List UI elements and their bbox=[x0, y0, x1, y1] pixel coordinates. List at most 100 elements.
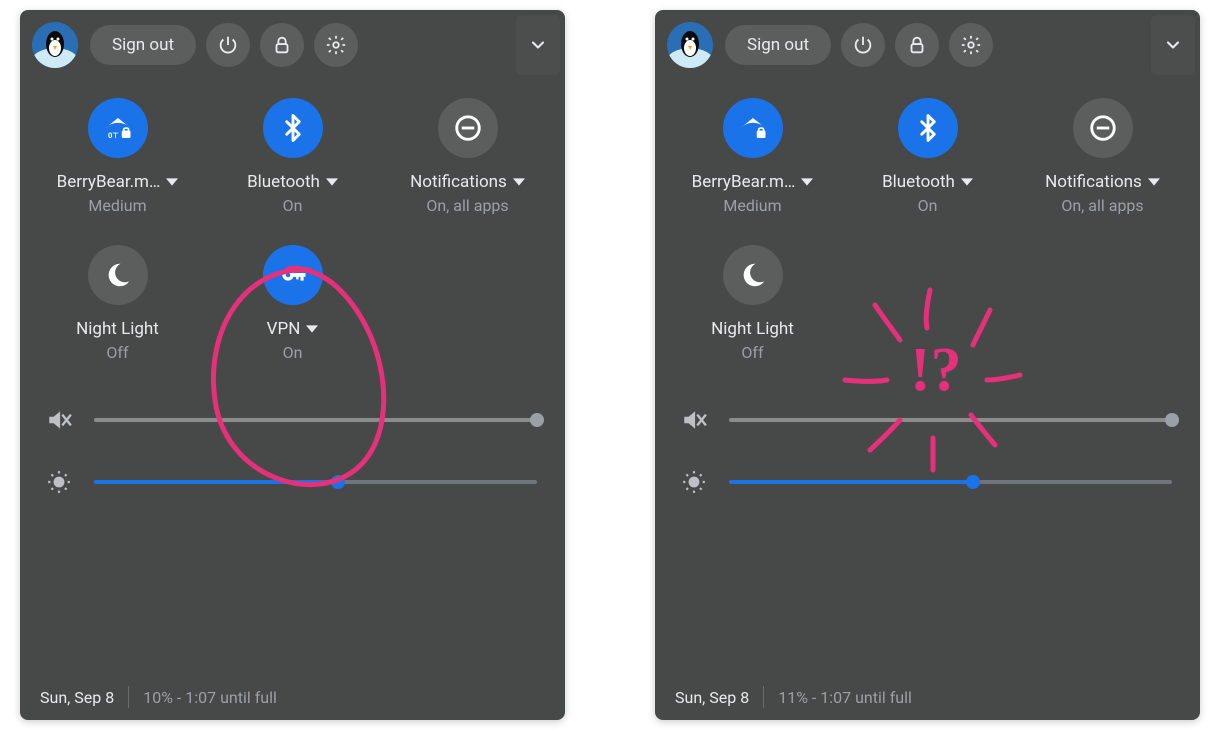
toggle-bluetooth-label-row[interactable]: Bluetooth bbox=[247, 172, 338, 192]
power-icon bbox=[852, 34, 874, 56]
volume-slider[interactable] bbox=[94, 418, 537, 422]
chevron-down-icon bbox=[961, 176, 973, 188]
toggle-bluetooth[interactable]: Bluetooth On bbox=[205, 98, 380, 215]
bluetooth-icon bbox=[263, 98, 323, 158]
user-avatar[interactable] bbox=[32, 22, 78, 68]
volume-thumb[interactable] bbox=[530, 413, 544, 427]
gear-icon bbox=[325, 34, 347, 56]
lock-button[interactable] bbox=[895, 23, 939, 67]
wifi-icon bbox=[723, 98, 783, 158]
chevron-down-icon bbox=[166, 176, 178, 188]
toggle-wifi-label: BerryBear.m… bbox=[692, 172, 796, 192]
toggle-nightlight[interactable]: Night Light Off bbox=[665, 245, 840, 362]
toggle-nightlight[interactable]: Night Light Off bbox=[30, 245, 205, 362]
toggle-notifications-label-row[interactable]: Notifications bbox=[1045, 172, 1160, 192]
sliders-area bbox=[655, 362, 1200, 506]
comparison-stage: Sign out 0⊤ bbox=[0, 0, 1225, 730]
toggle-vpn-label: VPN bbox=[267, 319, 301, 339]
bluetooth-icon bbox=[898, 98, 958, 158]
brightness-fill bbox=[94, 480, 338, 484]
toggle-wifi-status: Medium bbox=[88, 196, 146, 215]
quick-toggles-grid: 0⊤ BerryBear.m… Medium Bluetooth On bbox=[20, 80, 565, 362]
toggle-bluetooth-label: Bluetooth bbox=[882, 172, 955, 192]
nightlight-icon bbox=[88, 245, 148, 305]
footer-date: Sun, Sep 8 bbox=[675, 688, 749, 707]
sign-out-button[interactable]: Sign out bbox=[90, 25, 196, 65]
nightlight-icon bbox=[723, 245, 783, 305]
quick-toggles-grid: BerryBear.m… Medium Bluetooth On bbox=[655, 80, 1200, 362]
chevron-down-icon bbox=[326, 176, 338, 188]
toggle-nightlight-label-row: Night Light bbox=[76, 319, 159, 339]
toggle-notifications-status: On, all apps bbox=[426, 196, 508, 215]
topbar: Sign out bbox=[655, 10, 1200, 80]
toggle-notifications[interactable]: Notifications On, all apps bbox=[380, 98, 555, 215]
chevron-down-icon bbox=[528, 35, 548, 55]
toggle-bluetooth-label: Bluetooth bbox=[247, 172, 320, 192]
toggle-nightlight-label: Night Light bbox=[76, 319, 159, 339]
footer-battery: 11% - 1:07 until full bbox=[778, 688, 912, 707]
footer-battery: 10% - 1:07 until full bbox=[143, 688, 277, 707]
chevron-down-icon bbox=[801, 176, 813, 188]
toggle-notifications[interactable]: Notifications On, all apps bbox=[1015, 98, 1190, 215]
power-button[interactable] bbox=[206, 23, 250, 67]
sign-out-button[interactable]: Sign out bbox=[725, 25, 831, 65]
topbar: Sign out bbox=[20, 10, 565, 80]
sign-out-label: Sign out bbox=[112, 35, 174, 55]
status-footer: Sun, Sep 8 11% - 1:07 until full bbox=[655, 686, 1200, 708]
power-button[interactable] bbox=[841, 23, 885, 67]
settings-button[interactable] bbox=[949, 23, 993, 67]
toggle-wifi-label-row[interactable]: BerryBear.m… bbox=[692, 172, 814, 192]
toggle-notifications-label: Notifications bbox=[410, 172, 507, 192]
footer-divider bbox=[763, 686, 764, 708]
brightness-slider[interactable] bbox=[94, 480, 537, 484]
toggle-wifi-label-row[interactable]: BerryBear.m… bbox=[57, 172, 179, 192]
user-avatar[interactable] bbox=[667, 22, 713, 68]
volume-mute-icon[interactable] bbox=[42, 407, 76, 433]
toggle-nightlight-label-row: Night Light bbox=[711, 319, 794, 339]
settings-button[interactable] bbox=[314, 23, 358, 67]
brightness-fill bbox=[729, 480, 973, 484]
dnd-icon bbox=[1073, 98, 1133, 158]
power-icon bbox=[217, 34, 239, 56]
volume-slider-row bbox=[677, 396, 1172, 444]
volume-thumb[interactable] bbox=[1165, 413, 1179, 427]
brightness-icon[interactable] bbox=[677, 469, 711, 495]
toggle-wifi[interactable]: BerryBear.m… Medium bbox=[665, 98, 840, 215]
brightness-slider-row bbox=[42, 458, 537, 506]
collapse-button[interactable] bbox=[516, 15, 560, 75]
toggle-bluetooth-label-row[interactable]: Bluetooth bbox=[882, 172, 973, 192]
chevron-down-icon bbox=[513, 176, 525, 188]
footer-date: Sun, Sep 8 bbox=[40, 688, 114, 707]
dnd-icon bbox=[438, 98, 498, 158]
gear-icon bbox=[960, 34, 982, 56]
toggle-bluetooth-status: On bbox=[918, 196, 938, 215]
chevron-down-icon bbox=[1163, 35, 1183, 55]
svg-text:0⊤: 0⊤ bbox=[108, 131, 119, 140]
sliders-area bbox=[20, 362, 565, 506]
volume-mute-icon[interactable] bbox=[677, 407, 711, 433]
toggle-notifications-label: Notifications bbox=[1045, 172, 1142, 192]
lock-icon bbox=[906, 34, 928, 56]
vpn-key-icon bbox=[263, 245, 323, 305]
lock-icon bbox=[271, 34, 293, 56]
brightness-thumb[interactable] bbox=[966, 475, 980, 489]
lock-button[interactable] bbox=[260, 23, 304, 67]
status-footer: Sun, Sep 8 10% - 1:07 until full bbox=[20, 686, 565, 708]
brightness-icon[interactable] bbox=[42, 469, 76, 495]
toggle-vpn-label-row[interactable]: VPN bbox=[267, 319, 319, 339]
toggle-wifi[interactable]: 0⊤ BerryBear.m… Medium bbox=[30, 98, 205, 215]
collapse-button[interactable] bbox=[1151, 15, 1195, 75]
toggle-nightlight-status: Off bbox=[741, 343, 763, 362]
quick-settings-panel-right: Sign out BerryBear.m… bbox=[655, 10, 1200, 720]
brightness-slider[interactable] bbox=[729, 480, 1172, 484]
toggle-bluetooth[interactable]: Bluetooth On bbox=[840, 98, 1015, 215]
toggle-notifications-label-row[interactable]: Notifications bbox=[410, 172, 525, 192]
chevron-down-icon bbox=[1148, 176, 1160, 188]
volume-slider-row bbox=[42, 396, 537, 444]
toggle-vpn[interactable]: VPN On bbox=[205, 245, 380, 362]
toggle-wifi-status: Medium bbox=[723, 196, 781, 215]
volume-slider[interactable] bbox=[729, 418, 1172, 422]
toggle-bluetooth-status: On bbox=[283, 196, 303, 215]
toggle-vpn-status: On bbox=[283, 343, 303, 362]
brightness-thumb[interactable] bbox=[331, 475, 345, 489]
